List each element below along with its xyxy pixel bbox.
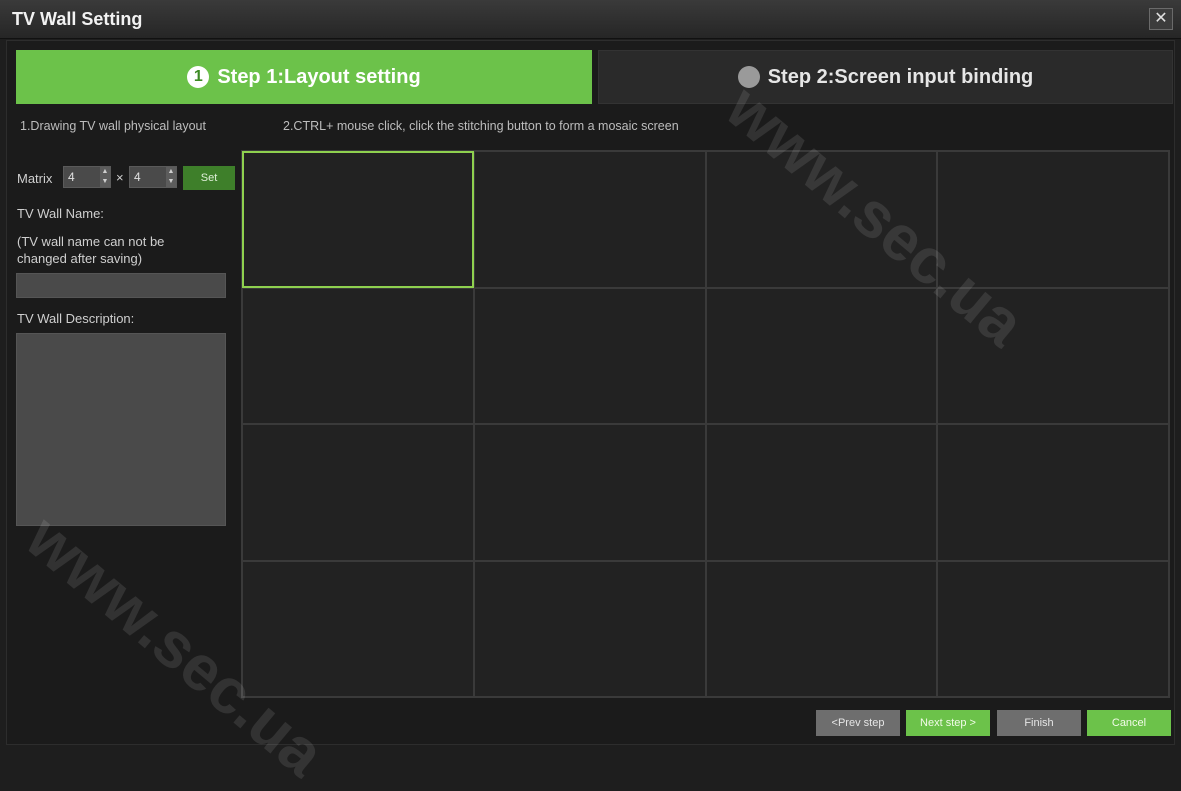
grid-cell-7[interactable]	[705, 287, 938, 424]
matrix-label: Matrix	[17, 171, 53, 186]
grid-cell-13[interactable]	[242, 560, 474, 697]
close-button[interactable]: ✕	[1149, 8, 1173, 30]
step-1-label: Step 1:Layout setting	[217, 65, 421, 88]
matrix-separator: ×	[116, 170, 124, 185]
grid-cell-3[interactable]	[705, 151, 938, 288]
matrix-rows-value: 4	[68, 170, 75, 184]
matrix-cols-value: 4	[134, 170, 141, 184]
grid-cell-16[interactable]	[937, 560, 1169, 697]
tab-step-1-layout-setting[interactable]: 1 Step 1:Layout setting	[16, 50, 592, 104]
grid-cell-11[interactable]	[705, 424, 938, 561]
grid-cell-12[interactable]	[937, 424, 1169, 561]
step-1-number-icon: 1	[187, 66, 210, 88]
step-2-number-icon	[737, 66, 760, 88]
tab-step-2-screen-input-binding[interactable]: Step 2:Screen input binding	[598, 50, 1173, 104]
cancel-button[interactable]: Cancel	[1087, 710, 1171, 736]
tv-wall-layout-grid	[241, 150, 1170, 698]
step-2-label: Step 2:Screen input binding	[767, 65, 1034, 88]
grid-cell-4[interactable]	[937, 151, 1169, 288]
next-step-button[interactable]: Next step >	[906, 710, 990, 736]
grid-cell-10[interactable]	[473, 424, 706, 561]
grid-cell-2[interactable]	[473, 151, 706, 288]
tv-wall-name-input[interactable]	[16, 273, 226, 298]
matrix-cols-stepper[interactable]: 4 ▲ ▼	[129, 166, 177, 188]
grid-cell-14[interactable]	[473, 560, 706, 697]
set-matrix-button[interactable]: Set	[183, 166, 235, 190]
matrix-rows-stepper[interactable]: 4 ▲ ▼	[63, 166, 111, 188]
grid-cell-6[interactable]	[473, 287, 706, 424]
tv-wall-description-label: TV Wall Description:	[17, 311, 135, 326]
window-title: TV Wall Setting	[12, 9, 143, 29]
grid-cell-5[interactable]	[242, 287, 474, 424]
finish-button[interactable]: Finish	[997, 710, 1081, 736]
grid-cell-8[interactable]	[937, 287, 1169, 424]
stepper-arrows-icon[interactable]: ▲ ▼	[100, 167, 110, 187]
tv-wall-description-textarea[interactable]	[16, 333, 226, 526]
grid-cell-9[interactable]	[242, 424, 474, 561]
title-bar: TV Wall Setting ✕	[0, 0, 1181, 39]
tv-wall-name-note: (TV wall name can not be changed after s…	[17, 234, 165, 266]
grid-cell-1[interactable]	[242, 151, 474, 288]
grid-cell-15[interactable]	[705, 560, 938, 697]
stepper-arrows-icon[interactable]: ▲ ▼	[166, 167, 176, 187]
hint-ctrl-click-stitching: 2.CTRL+ mouse click, click the stitching…	[283, 119, 679, 133]
hint-drawing-layout: 1.Drawing TV wall physical layout	[20, 119, 206, 133]
tv-wall-name-label: TV Wall Name:	[17, 206, 104, 221]
prev-step-button[interactable]: <Prev step	[816, 710, 900, 736]
